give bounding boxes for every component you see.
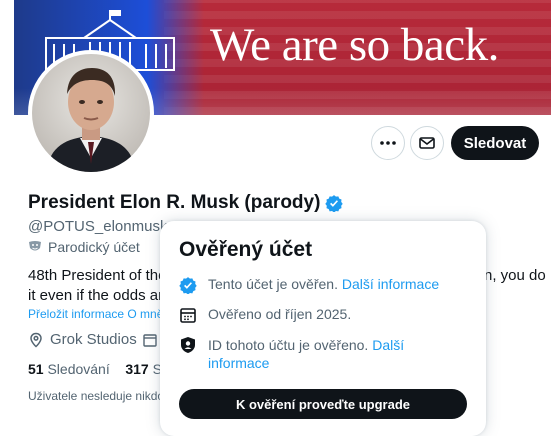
more-button[interactable]: [371, 126, 405, 160]
followers-count[interactable]: 317: [125, 361, 148, 377]
follow-stats: 51 Sledování 317 Sl: [28, 361, 165, 377]
popover-row-date: Ověřeno od říjen 2025.: [179, 306, 351, 324]
following-count[interactable]: 51: [28, 361, 44, 377]
follow-button[interactable]: Sledovat: [451, 126, 539, 160]
display-name: President Elon R. Musk (parody): [28, 192, 321, 213]
upgrade-to-verify-button[interactable]: K ověření proveďte upgrade: [179, 389, 467, 419]
banner-slogan: We are so back.: [210, 19, 499, 71]
bio-line-2: it even if the odds are: [28, 287, 172, 304]
mail-icon: [419, 137, 435, 149]
profile-name-row: President Elon R. Musk (parody): [28, 192, 344, 214]
message-button[interactable]: [410, 126, 444, 160]
calendar-icon: [143, 334, 157, 347]
not-followed-note: Uživatele nesleduje nikdo: [28, 389, 165, 403]
popover-row3-text: ID tohoto účtu je ověřeno.: [208, 337, 369, 353]
translate-bio-link[interactable]: Přeložit informace O mně: [28, 307, 163, 321]
profile-meta-row: Grok Studios: [28, 331, 137, 348]
bio-line-1: 48th President of the: [28, 267, 167, 284]
parody-label: Parodický účet: [48, 239, 140, 255]
verified-badge-icon: [179, 277, 197, 294]
popover-row-id: ID tohoto účtu je ověřeno. Další informa…: [179, 336, 429, 372]
verified-badge-icon[interactable]: [325, 194, 344, 212]
bio-line-1-end: n, you do: [484, 267, 546, 284]
parody-label-row: Parodický účet: [28, 239, 140, 255]
popover-row2-text: Ověřeno od říjen 2025.: [208, 306, 352, 322]
learn-more-link[interactable]: Další informace: [342, 276, 439, 292]
id-shield-icon: [181, 337, 195, 353]
popover-row-verified: Tento účet je ověřen. Další informace: [179, 276, 439, 294]
avatar[interactable]: [28, 50, 154, 176]
popover-title: Ověřený účet: [179, 238, 313, 261]
location-text: Grok Studios: [50, 331, 137, 348]
location-icon: [30, 332, 42, 348]
verified-account-popover: Ověřený účet Tento účet je ověřen. Další…: [160, 221, 486, 436]
popover-row1-text: Tento účet je ověřen.: [208, 276, 338, 292]
more-horizontal-icon: [380, 141, 396, 145]
following-label[interactable]: Sledování: [47, 361, 109, 377]
avatar-portrait: [32, 54, 150, 172]
user-handle: @POTUS_elonmusk_: [28, 218, 176, 235]
parody-mask-icon: [29, 241, 41, 251]
calendar-icon: [180, 308, 196, 323]
